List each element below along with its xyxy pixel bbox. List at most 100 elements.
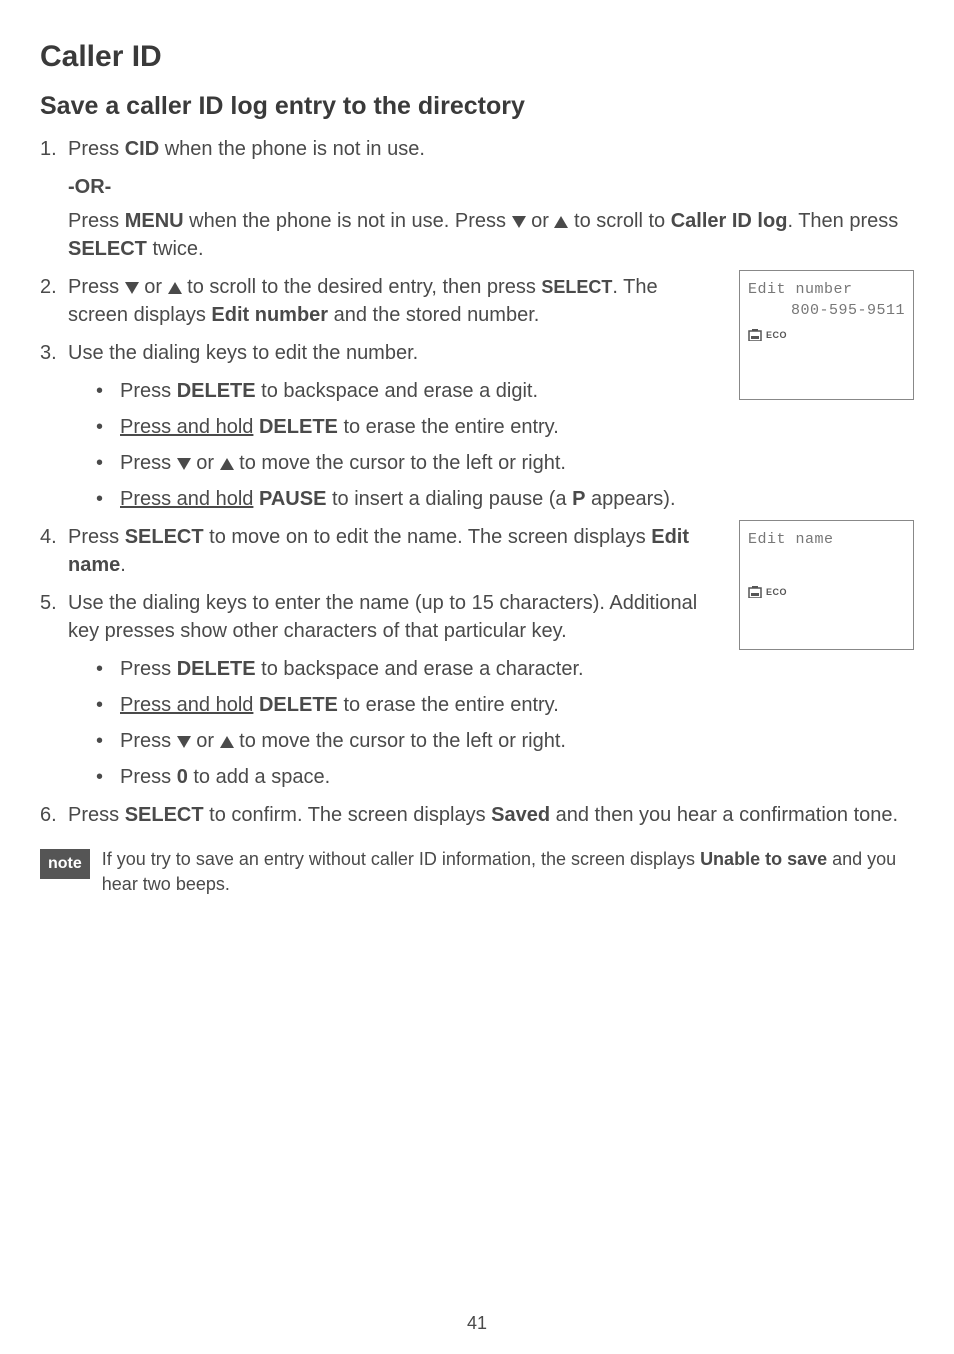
text-bold: Unable to save: [700, 849, 827, 869]
text: or: [139, 276, 168, 298]
list-item: Press 0 to add a space.: [96, 763, 766, 791]
text: . Then press: [787, 210, 898, 232]
up-triangle-icon: [220, 458, 234, 470]
screen-line: 800-595-9511: [748, 302, 905, 319]
step-4: 4. Press SELECT to move on to edit the n…: [40, 523, 710, 579]
text-bold: DELETE: [259, 694, 338, 716]
list-item: Press and hold DELETE to erase the entir…: [96, 413, 766, 441]
text: Press: [68, 526, 125, 548]
text: or: [191, 730, 220, 752]
step-1-alt: Press MENU when the phone is not in use.…: [68, 207, 914, 263]
text: Press: [120, 380, 177, 402]
text: Press: [68, 138, 125, 160]
eco-label: ECO: [766, 587, 787, 597]
text: to move the cursor to the left or right.: [234, 730, 566, 752]
list-item: Press and hold PAUSE to insert a dialing…: [96, 485, 766, 513]
text-bold: SELECT: [68, 238, 147, 260]
text: Press: [120, 452, 177, 474]
text: Press: [120, 658, 177, 680]
list-item: Press or to move the cursor to the left …: [96, 449, 766, 477]
step-number: 1.: [40, 135, 68, 163]
down-triangle-icon: [512, 216, 526, 228]
down-triangle-icon: [177, 736, 191, 748]
text: to insert a dialing pause (a: [326, 488, 572, 510]
step-1: 1. Press CID when the phone is not in us…: [40, 135, 914, 163]
text: Use the dialing keys to enter the name (…: [68, 592, 697, 642]
step-number: 6.: [40, 801, 68, 829]
step-number: 2.: [40, 273, 68, 329]
screen-line: Edit number: [748, 281, 905, 298]
section-title: Save a caller ID log entry to the direct…: [40, 92, 914, 121]
step-number: 5.: [40, 589, 68, 645]
up-triangle-icon: [168, 282, 182, 294]
down-triangle-icon: [177, 458, 191, 470]
text: Press: [120, 766, 177, 788]
list-item: Press or to move the cursor to the left …: [96, 727, 766, 755]
list-item: Press and hold DELETE to erase the entir…: [96, 691, 766, 719]
battery-icon: [748, 329, 762, 341]
text: or: [191, 452, 220, 474]
page-title: Caller ID: [40, 40, 914, 74]
text: If you try to save an entry without call…: [102, 849, 700, 869]
step-2: 2. Press or to scroll to the desired ent…: [40, 273, 710, 329]
step-6: 6. Press SELECT to confirm. The screen d…: [40, 801, 914, 829]
text: Press: [68, 276, 125, 298]
text: to backspace and erase a character.: [256, 658, 584, 680]
text: to move the cursor to the left or right.: [234, 452, 566, 474]
battery-icon: [748, 586, 762, 598]
up-triangle-icon: [220, 736, 234, 748]
text-bold: P: [572, 488, 585, 510]
text-bold: Edit number: [211, 304, 328, 326]
up-triangle-icon: [554, 216, 568, 228]
text: twice.: [147, 238, 204, 260]
step-5: 5. Use the dialing keys to enter the nam…: [40, 589, 710, 645]
text: or: [526, 210, 555, 232]
text: Use the dialing keys to edit the number.: [68, 342, 418, 364]
screen-line: Edit name: [748, 531, 905, 548]
eco-label: ECO: [766, 330, 787, 340]
phone-screen-edit-number: Edit number 800-595-9511 ECO: [739, 270, 914, 400]
text-bold: 0: [177, 766, 188, 788]
step-3-bullets: Press DELETE to backspace and erase a di…: [96, 377, 766, 513]
text-bold: Saved: [491, 804, 550, 826]
text: to scroll to the desired entry, then pre…: [182, 276, 542, 298]
text-bold: DELETE: [177, 380, 256, 402]
list-item: Press DELETE to backspace and erase a di…: [96, 377, 766, 405]
text-bold: SELECT: [125, 804, 204, 826]
list-item: Press DELETE to backspace and erase a ch…: [96, 655, 766, 683]
text: to scroll to: [568, 210, 670, 232]
text: to confirm. The screen displays: [204, 804, 492, 826]
note: note If you try to save an entry without…: [40, 847, 914, 897]
text: and then you hear a confirmation tone.: [550, 804, 898, 826]
text-bold: SELECT: [541, 277, 612, 297]
step-number: 3.: [40, 339, 68, 367]
phone-screen-edit-name: Edit name ECO: [739, 520, 914, 650]
text: when the phone is not in use.: [159, 138, 425, 160]
note-badge: note: [40, 849, 90, 879]
text: .: [120, 554, 126, 576]
text: Press: [120, 730, 177, 752]
text-bold: Caller ID log: [671, 210, 788, 232]
text: Press: [68, 804, 125, 826]
down-triangle-icon: [125, 282, 139, 294]
text-bold: DELETE: [177, 658, 256, 680]
text: Press: [68, 210, 125, 232]
text: to erase the entire entry.: [338, 694, 559, 716]
text-bold: PAUSE: [259, 488, 326, 510]
text: to backspace and erase a digit.: [256, 380, 538, 402]
text: appears).: [585, 488, 675, 510]
text: to move on to edit the name. The screen …: [204, 526, 652, 548]
text-bold: SELECT: [125, 526, 204, 548]
text: when the phone is not in use. Press: [184, 210, 512, 232]
text-bold: DELETE: [259, 416, 338, 438]
text-underline: Press and hold: [120, 488, 253, 510]
page-number: 41: [0, 1313, 954, 1334]
text-bold: CID: [125, 138, 159, 160]
step-number: 4.: [40, 523, 68, 579]
text: to erase the entire entry.: [338, 416, 559, 438]
or-label: -OR-: [68, 173, 914, 201]
text: to add a space.: [188, 766, 330, 788]
text: and the stored number.: [328, 304, 539, 326]
text-bold: MENU: [125, 210, 184, 232]
text-underline: Press and hold: [120, 694, 253, 716]
